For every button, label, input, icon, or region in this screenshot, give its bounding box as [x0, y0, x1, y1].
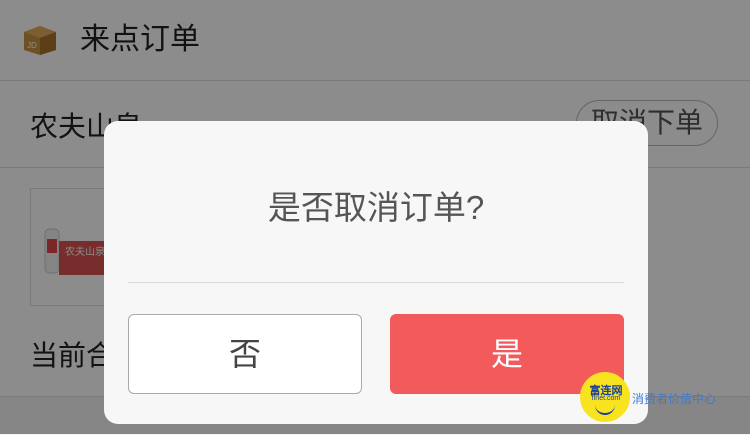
smile-icon — [595, 405, 615, 415]
no-button[interactable]: 否 — [128, 314, 362, 394]
watermark-slogan: 消费者价值中心 — [632, 392, 717, 406]
dialog-divider — [128, 282, 624, 283]
watermark-logo: 富连网 flnet.com — [580, 372, 630, 422]
cancel-order-dialog: 是否取消订单? 否 是 — [104, 121, 648, 424]
watermark: 富连网 flnet.com 消费者价值中心 — [580, 372, 744, 422]
dialog-question: 是否取消订单? — [267, 189, 485, 226]
